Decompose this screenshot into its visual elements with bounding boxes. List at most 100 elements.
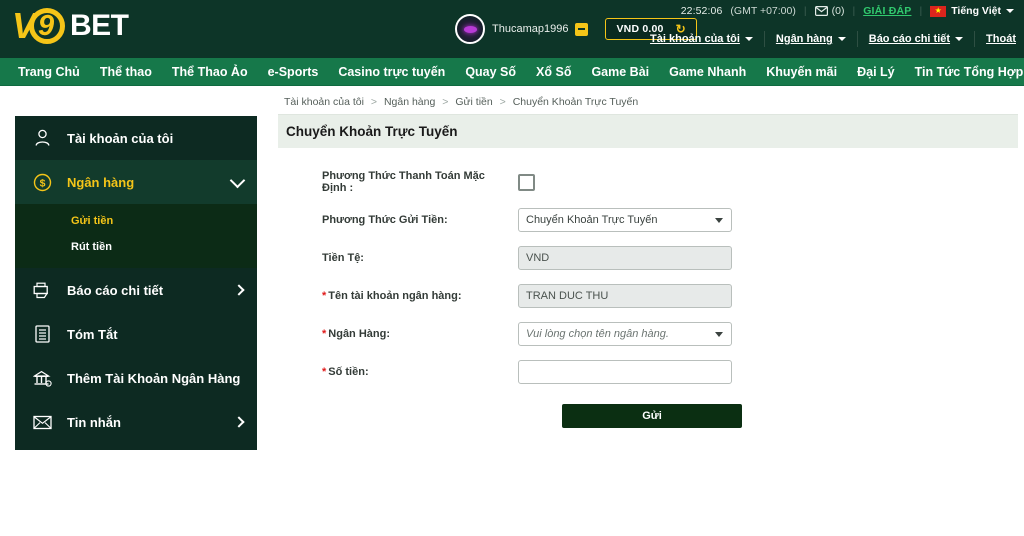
nav-item-quick-games[interactable]: Game Nhanh	[659, 58, 756, 86]
sidebar-item-banking[interactable]: $ Ngân hàng	[15, 160, 257, 204]
required-asterisk: *	[322, 290, 327, 302]
nav-item-sports[interactable]: Thể thao	[90, 58, 162, 86]
nav-item-agent[interactable]: Đại Lý	[847, 58, 905, 86]
logo-digit-9: 9	[38, 10, 55, 42]
amount-input[interactable]	[518, 360, 732, 384]
form-row-currency: Tiền Tệ:	[322, 246, 1024, 270]
nav-item-virtual-sports[interactable]: Thể Thao Ảo	[162, 58, 258, 86]
account-menu-my-account[interactable]: Tài khoản của tôi	[650, 33, 753, 45]
account-menu-label: Tài khoản của tôi	[650, 33, 740, 45]
sidebar-subitem-deposit[interactable]: Gửi tiền	[15, 208, 257, 234]
required-asterisk: *	[322, 366, 327, 378]
avatar-inner-shape	[463, 25, 477, 33]
divider	[974, 31, 976, 47]
bank-account-name-input[interactable]	[518, 284, 732, 308]
deposit-method-label: Phương Thức Gửi Tiền:	[322, 214, 448, 226]
breadcrumb-item-2[interactable]: Gửi tiền	[455, 96, 492, 108]
sidebar-item-label: Thêm Tài Khoản Ngân Hàng	[67, 370, 241, 386]
bank-label-text: Ngân Hàng:	[328, 328, 391, 340]
chevron-down-icon	[229, 172, 246, 188]
nav-item-home[interactable]: Trang Chủ	[8, 58, 90, 86]
sidebar-item-summary[interactable]: Tóm Tắt	[15, 312, 257, 356]
minus-badge-icon[interactable]	[575, 22, 589, 36]
nav-item-promotions[interactable]: Khuyến mãi	[756, 58, 847, 86]
nav-item-lottery[interactable]: Xổ Số	[526, 58, 581, 86]
site-logo[interactable]: V 9 BET	[12, 6, 129, 46]
default-payment-label: Phương Thức Thanh Toán Mặc Định :	[322, 170, 485, 194]
currency-input[interactable]	[518, 246, 732, 270]
bank-account-name-label-text: Tên tài khoản ngân hàng:	[328, 290, 462, 302]
inbox-count: (0)	[831, 5, 845, 17]
currency-label: Tiền Tệ:	[322, 252, 364, 264]
username-label: Thucamap1996	[492, 23, 569, 35]
help-link[interactable]: GIẢI ĐÁP	[863, 5, 911, 17]
divider: |	[803, 5, 807, 17]
nav-item-card-games[interactable]: Game Bài	[581, 58, 659, 86]
summary-list-icon	[31, 325, 53, 343]
logo-mark-icon: V 9	[12, 6, 74, 46]
sidebar-item-label: Tin nhắn	[67, 414, 121, 430]
sidebar-item-add-bank-account[interactable]: Thêm Tài Khoản Ngân Hàng	[15, 356, 257, 400]
divider: |	[852, 5, 856, 17]
required-asterisk: *	[322, 328, 327, 340]
bank-building-icon	[31, 370, 53, 387]
clock-timezone: (GMT +07:00)	[730, 5, 796, 17]
account-menu: Tài khoản của tôi Ngân hàng Báo cáo chi …	[650, 22, 1016, 56]
submit-button[interactable]: Gửi	[562, 404, 742, 428]
default-payment-checkbox[interactable]	[518, 173, 535, 191]
breadcrumb-item-3: Chuyển Khoản Trực Tuyến	[512, 96, 639, 108]
amount-label-text: Số tiền:	[328, 366, 369, 378]
sidebar-subitem-withdraw[interactable]: Rút tiền	[15, 234, 257, 260]
breadcrumb-item-0[interactable]: Tài khoản của tôi	[284, 96, 364, 108]
user-avatar-icon[interactable]	[455, 14, 485, 44]
form-row-bank: * Ngân Hàng: Vui lòng chọn tên ngân hàng.	[322, 322, 1024, 346]
sidebar: Tài khoản của tôi $ Ngân hàng Gửi tiền R…	[15, 116, 257, 450]
account-menu-label: Báo cáo chi tiết	[868, 33, 951, 45]
breadcrumb-item-1[interactable]: Ngân hàng	[384, 96, 435, 108]
page-title: Chuyển Khoản Trực Tuyến	[286, 124, 458, 139]
report-printer-icon	[31, 282, 53, 299]
language-selector[interactable]: ★ Tiếng Việt	[930, 5, 1014, 17]
nav-item-live-casino[interactable]: Casino trực tuyến	[328, 58, 455, 86]
divider: |	[919, 5, 923, 17]
vietnam-flag-icon: ★	[930, 5, 947, 17]
sidebar-item-label: Tóm Tắt	[67, 326, 118, 342]
account-menu-label: Thoát	[986, 33, 1016, 45]
deposit-method-control: Chuyển Khoản Trực Tuyến	[518, 208, 732, 232]
svg-text:$: $	[39, 177, 45, 189]
sidebar-subitem-label: Rút tiền	[71, 241, 112, 253]
sidebar-item-label: Ngân hàng	[67, 174, 135, 190]
form-row-deposit-method: Phương Thức Gửi Tiền: Chuyển Khoản Trực …	[322, 208, 1024, 232]
amount-label: * Số tiền:	[322, 366, 518, 378]
breadcrumb-separator: >	[499, 96, 506, 108]
deposit-method-select[interactable]: Chuyển Khoản Trực Tuyến	[518, 208, 732, 232]
nav-item-esports[interactable]: e-Sports	[258, 58, 329, 86]
main-content: Tài khoản của tôi > Ngân hàng > Gửi tiền…	[278, 86, 1024, 428]
utility-bar: 22:52:06 (GMT +07:00) | (0) | GIẢI ĐÁP |…	[681, 0, 1024, 22]
chevron-right-icon	[233, 416, 245, 428]
chevron-right-icon	[233, 284, 245, 296]
divider	[856, 31, 858, 47]
sidebar-item-messages[interactable]: Tin nhắn	[15, 400, 257, 444]
nav-item-spin[interactable]: Quay Số	[455, 58, 526, 86]
account-menu-reports[interactable]: Báo cáo chi tiết	[868, 33, 964, 45]
sidebar-item-label: Báo cáo chi tiết	[67, 282, 164, 298]
breadcrumb: Tài khoản của tôi > Ngân hàng > Gửi tiền…	[278, 86, 1024, 114]
amount-control	[518, 360, 732, 384]
main-navigation: Trang Chủ Thể thao Thể Thao Ảo e-Sports …	[0, 58, 1024, 86]
chevron-down-icon	[837, 37, 846, 41]
chevron-down-icon	[744, 37, 753, 41]
sidebar-item-reports[interactable]: Báo cáo chi tiết	[15, 268, 257, 312]
deposit-form: Phương Thức Thanh Toán Mặc Định : Phương…	[278, 170, 1024, 428]
default-payment-control	[518, 173, 732, 191]
form-row-bank-account-name: * Tên tài khoản ngân hàng:	[322, 284, 1024, 308]
submit-row: Gửi	[322, 404, 1024, 428]
inbox-link[interactable]: (0)	[814, 5, 845, 17]
chevron-down-icon	[955, 37, 964, 41]
account-menu-banking[interactable]: Ngân hàng	[776, 33, 846, 45]
account-menu-logout[interactable]: Thoát	[986, 33, 1016, 45]
bank-select[interactable]: Vui lòng chọn tên ngân hàng.	[518, 322, 732, 346]
sidebar-item-my-account[interactable]: Tài khoản của tôi	[15, 116, 257, 160]
dollar-coin-icon: $	[31, 173, 53, 192]
nav-item-news[interactable]: Tin Tức Tổng Hợp	[905, 58, 1024, 86]
